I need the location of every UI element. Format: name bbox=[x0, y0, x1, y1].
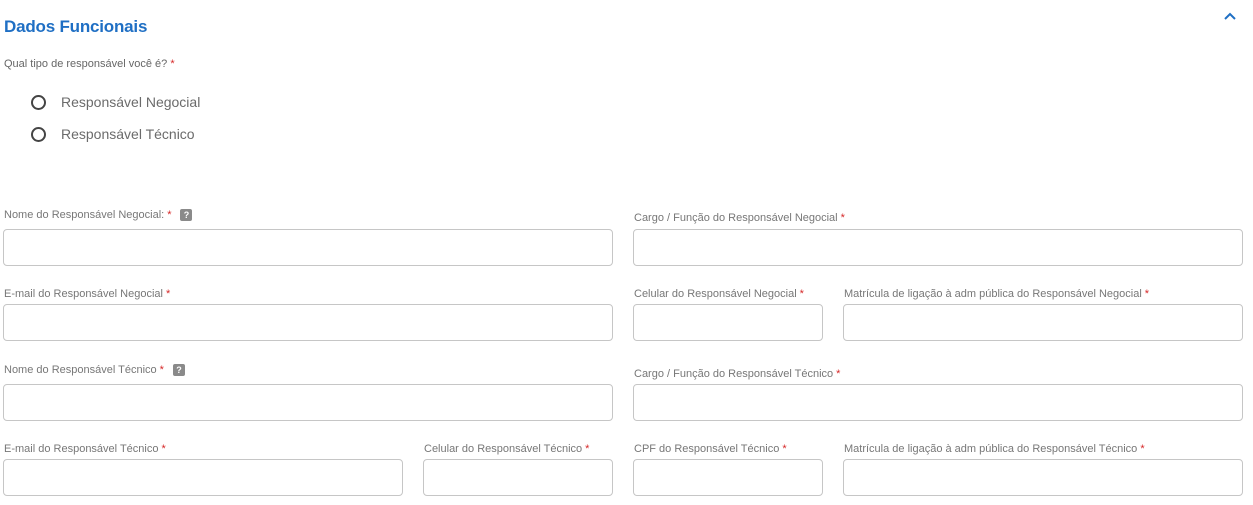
radio-label: Responsável Negocial bbox=[61, 94, 201, 110]
radio-circle[interactable] bbox=[31, 94, 46, 110]
cpf-tecnico-label: CPF do Responsável Técnico * bbox=[634, 443, 787, 455]
question-label: Qual tipo de responsável você é? bbox=[4, 58, 168, 70]
matricula-negocial-input[interactable] bbox=[843, 304, 1243, 341]
required-mark: * bbox=[170, 58, 175, 70]
chevron-up-icon[interactable] bbox=[1222, 9, 1238, 23]
email-tecnico-label: E-mail do Responsável Técnico * bbox=[4, 443, 166, 455]
cargo-tecnico-input[interactable] bbox=[633, 384, 1243, 421]
radio-label: Responsável Técnico bbox=[61, 126, 195, 142]
cargo-tecnico-label: Cargo / Função do Responsável Técnico * bbox=[634, 368, 841, 380]
nome-negocial-label: Nome do Responsável Negocial: * ? bbox=[4, 209, 193, 221]
radio-circle[interactable] bbox=[31, 126, 46, 142]
nome-tecnico-input[interactable] bbox=[3, 384, 613, 421]
email-negocial-input[interactable] bbox=[3, 304, 613, 341]
radio-responsavel-negocial[interactable]: Responsável Negocial bbox=[31, 94, 200, 110]
help-icon[interactable]: ? bbox=[180, 209, 193, 221]
matricula-tecnico-input[interactable] bbox=[843, 459, 1243, 496]
celular-tecnico-input[interactable] bbox=[423, 459, 613, 496]
matricula-negocial-label: Matrícula de ligação à adm pública do Re… bbox=[844, 288, 1150, 300]
matricula-tecnico-label: Matrícula de ligação à adm pública do Re… bbox=[844, 443, 1145, 455]
email-negocial-label: E-mail do Responsável Negocial * bbox=[4, 288, 171, 300]
cargo-negocial-input[interactable] bbox=[633, 229, 1243, 266]
nome-negocial-input[interactable] bbox=[3, 229, 613, 266]
cargo-negocial-label: Cargo / Função do Responsável Negocial * bbox=[634, 212, 845, 224]
email-tecnico-input[interactable] bbox=[3, 459, 403, 496]
celular-negocial-input[interactable] bbox=[633, 304, 823, 341]
help-icon[interactable]: ? bbox=[172, 364, 185, 376]
cpf-tecnico-input[interactable] bbox=[633, 459, 823, 496]
celular-tecnico-label: Celular do Responsável Técnico * bbox=[424, 443, 590, 455]
radio-responsavel-tecnico[interactable]: Responsável Técnico bbox=[31, 126, 195, 142]
celular-negocial-label: Celular do Responsável Negocial * bbox=[634, 288, 804, 300]
nome-tecnico-label: Nome do Responsável Técnico * ? bbox=[4, 364, 185, 376]
section-title: Dados Funcionais bbox=[4, 17, 148, 36]
responsible-type-question: Qual tipo de responsável você é? * bbox=[4, 58, 175, 70]
